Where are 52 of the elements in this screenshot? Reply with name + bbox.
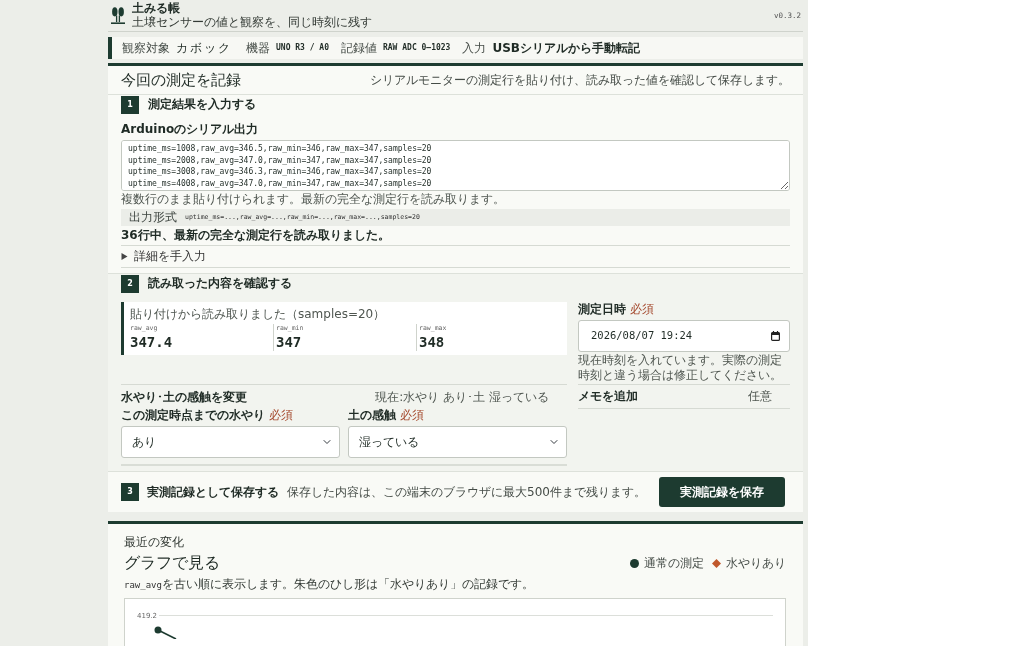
info-value: UNO R3 / A0 <box>276 43 329 53</box>
save-button[interactable]: 実測記録を保存 <box>659 477 785 507</box>
required-tag: 必須 <box>400 408 424 423</box>
field-label: この測定時点までの水やり <box>121 408 265 423</box>
details-toggle[interactable]: 詳細を手入力 <box>121 246 790 268</box>
required-tag: 必須 <box>269 408 293 423</box>
step-title: 実測記録として保存する <box>147 484 279 500</box>
info-value: RAW ADC 0–1023 <box>383 43 451 53</box>
memo-toggle[interactable]: メモを追加 <box>578 389 638 404</box>
data-point <box>154 626 162 634</box>
select-field[interactable]: あり <box>121 426 340 458</box>
reading-value: 347.4 <box>130 333 174 351</box>
info-value: USBシリアルから手動転記 <box>492 40 640 56</box>
sprout-icon <box>111 7 125 24</box>
panel-title: 今回の測定を記録 <box>121 70 241 90</box>
help-text: 現在時刻を入れています。実際の測定時刻と違う場合は修正してください。 <box>578 353 783 383</box>
save-note: 保存した内容は、この端末のブラウザに最大500件まで残ります。 <box>287 484 646 500</box>
app-title: 土みる帳 <box>132 1 181 15</box>
reading-value: 347 <box>276 333 303 351</box>
datetime-field[interactable]: 2026/08/07 19:24 <box>578 320 790 352</box>
step-number: 2 <box>121 274 139 293</box>
step-number: 1 <box>121 95 139 114</box>
info-value: カボック <box>176 40 232 56</box>
app-subtitle: 土壌センサーの値と観察を、同じ時刻に残す <box>132 15 372 30</box>
required-tag: 必須 <box>630 302 654 317</box>
calendar-icon <box>771 331 780 341</box>
reading-value: 348 <box>419 333 446 351</box>
info-label: 記録値 <box>341 40 377 56</box>
select-field[interactable]: 湿っている <box>348 426 567 458</box>
field-label: 測定日時 <box>578 302 626 317</box>
field-label: 土の感触 <box>348 408 396 423</box>
step-number: 3 <box>121 483 139 501</box>
parse-status: 36行中、最新の完全な測定行を読み取りました。 <box>121 228 790 246</box>
optional-tag: 任意 <box>748 389 772 404</box>
format-label: 出力形式 <box>129 210 177 225</box>
chart-description: raw_avg を古い順に表示します。朱色のひし形は「水やりあり」の記録です。 <box>124 577 535 593</box>
group-title: 水やり･土の感触を変更 <box>121 390 247 405</box>
current-state-text: 現在:水やり あり･土 湿っている <box>375 390 549 405</box>
step-title: 読み取った内容を確認する <box>148 276 292 291</box>
serial-output-field[interactable]: uptime_ms=1008,raw_avg=346.5,raw_min=346,raw_max=347,samples=20 uptime_ms=2008,raw_avg=347.0,raw_min=347,raw_max=347,samples=20 uptime_ms=3008,raw_avg=346.3,raw_min=346,raw_max=347,samples=20 uptime_ms=4008,raw_avg=347.0,raw_min=347,raw_max=347,samples=20 <box>121 140 790 191</box>
panel-title: グラフで見る <box>124 552 220 573</box>
readings-caption: 貼り付けから読み取りました（samples=20） <box>130 307 387 322</box>
step-title: 測定結果を入力する <box>148 97 256 112</box>
legend-label: 水やりあり <box>726 556 786 571</box>
info-label: 観察対象 <box>122 40 170 56</box>
info-label: 機器 <box>246 40 270 56</box>
legend-label: 通常の測定 <box>644 556 704 571</box>
section-eyebrow: 最近の変化 <box>124 535 185 550</box>
panel-description: シリアルモニターの測定行を貼り付け、読み取った値を確認して保存します。 <box>370 72 790 88</box>
field-label: Arduinoのシリアル出力 <box>121 122 260 137</box>
help-text: 複数行のまま貼り付けられます。最新の完全な測定行を読み取ります。 <box>121 192 506 207</box>
info-label: 入力 <box>462 40 487 56</box>
